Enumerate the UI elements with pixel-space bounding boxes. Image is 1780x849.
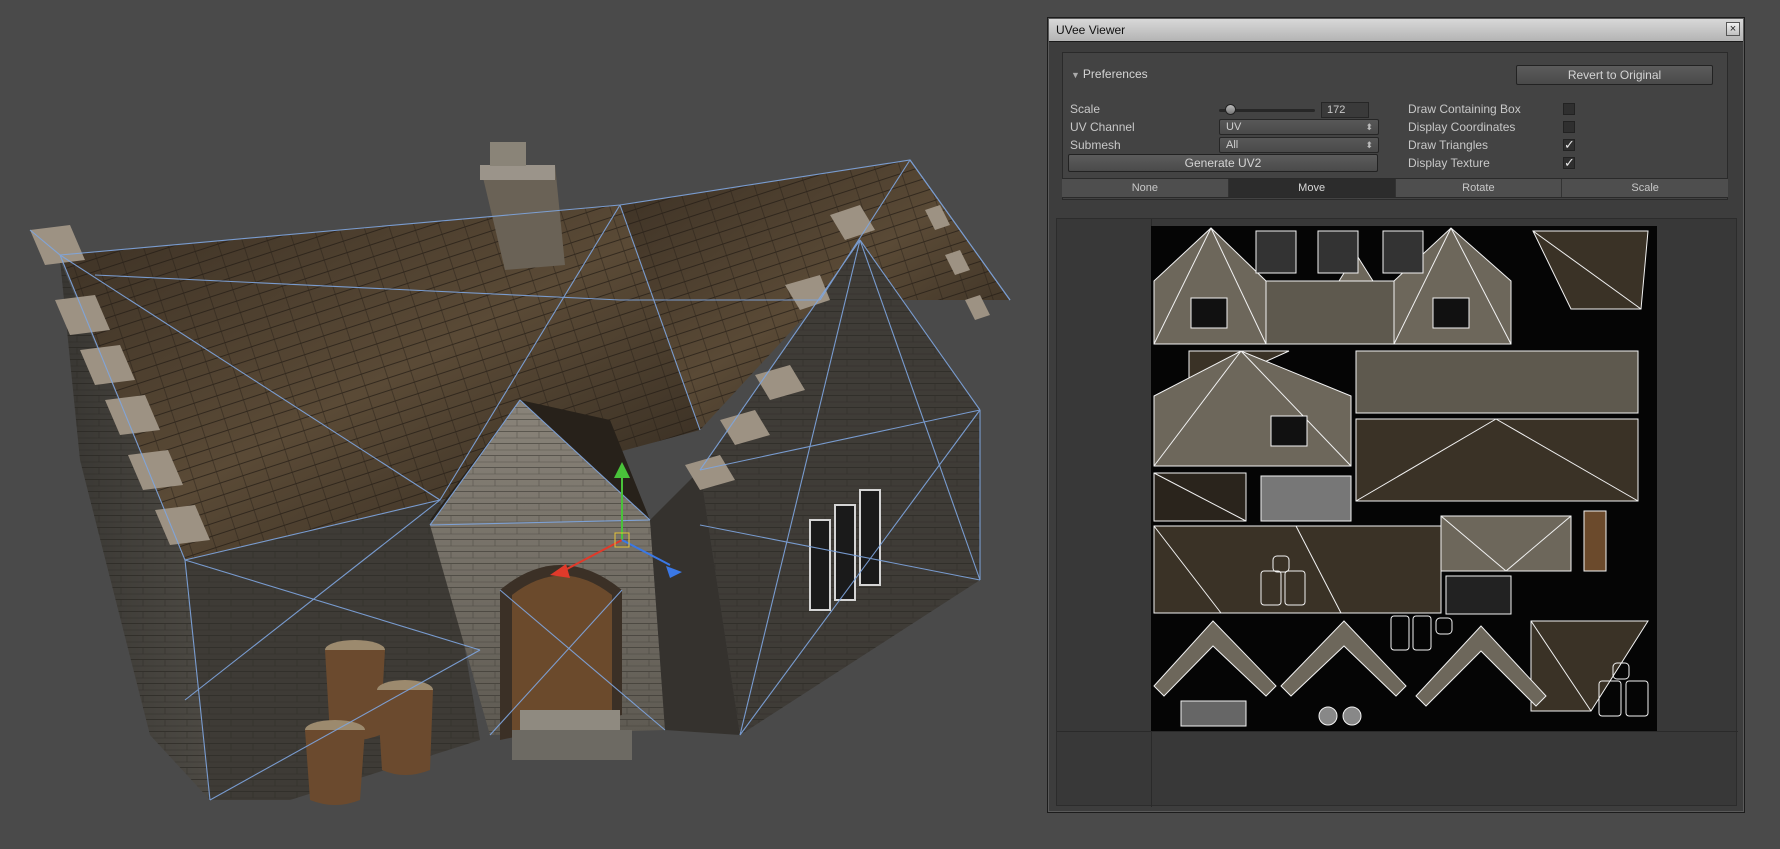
scale-label: Scale bbox=[1070, 102, 1101, 116]
uv-channel-dropdown[interactable]: UV ⬍ bbox=[1219, 119, 1379, 135]
display-texture-label: Display Texture bbox=[1408, 156, 1490, 170]
submesh-label: Submesh bbox=[1070, 138, 1121, 152]
generate-uv2-button[interactable]: Generate UV2 bbox=[1068, 154, 1378, 172]
house-model bbox=[30, 142, 1010, 805]
preferences-label: Preferences bbox=[1082, 67, 1148, 81]
revert-to-original-button[interactable]: Revert to Original bbox=[1516, 65, 1713, 85]
uvee-viewer-window: UVee Viewer × ▼ Preferences Revert to Ori… bbox=[1047, 17, 1745, 813]
uv-texture-canvas[interactable] bbox=[1151, 226, 1657, 731]
close-icon[interactable]: × bbox=[1726, 22, 1740, 36]
scene-viewport[interactable] bbox=[0, 0, 1040, 849]
uv-channel-value: UV bbox=[1226, 121, 1242, 133]
tool-toolbar: None Move Rotate Scale bbox=[1062, 178, 1728, 198]
checkmark-icon: ✓ bbox=[1564, 137, 1575, 152]
tool-move-button[interactable]: Move bbox=[1228, 179, 1396, 197]
window-title: UVee Viewer bbox=[1056, 23, 1126, 37]
draw-containing-box-checkbox[interactable] bbox=[1563, 103, 1575, 115]
display-coordinates-checkbox[interactable] bbox=[1563, 121, 1575, 133]
submesh-dropdown[interactable]: All ⬍ bbox=[1219, 137, 1379, 153]
scale-value-field[interactable]: 172 bbox=[1321, 102, 1369, 118]
draw-containing-box-label: Draw Containing Box bbox=[1408, 102, 1521, 116]
checkmark-icon: ✓ bbox=[1564, 155, 1575, 170]
tool-rotate-button[interactable]: Rotate bbox=[1396, 179, 1563, 197]
draw-triangles-checkbox[interactable]: ✓ bbox=[1563, 137, 1575, 152]
tool-none-button[interactable]: None bbox=[1062, 179, 1229, 197]
tool-scale-button[interactable]: Scale bbox=[1562, 179, 1728, 197]
preferences-foldout[interactable]: ▼ Preferences bbox=[1071, 67, 1148, 81]
draw-triangles-label: Draw Triangles bbox=[1408, 138, 1489, 152]
uv-editor-area[interactable] bbox=[1056, 218, 1738, 807]
display-coordinates-label: Display Coordinates bbox=[1408, 120, 1516, 134]
foldout-arrow-icon: ▼ bbox=[1071, 70, 1080, 80]
uv-channel-label: UV Channel bbox=[1070, 120, 1135, 134]
updown-arrow-icon: ⬍ bbox=[1365, 140, 1373, 150]
scale-slider-thumb[interactable] bbox=[1225, 104, 1236, 115]
submesh-value: All bbox=[1226, 139, 1239, 151]
window-titlebar[interactable]: UVee Viewer × bbox=[1049, 19, 1743, 42]
updown-arrow-icon: ⬍ bbox=[1365, 122, 1373, 132]
uv-grid-line bbox=[1057, 731, 1738, 732]
display-texture-checkbox[interactable]: ✓ bbox=[1563, 155, 1575, 170]
